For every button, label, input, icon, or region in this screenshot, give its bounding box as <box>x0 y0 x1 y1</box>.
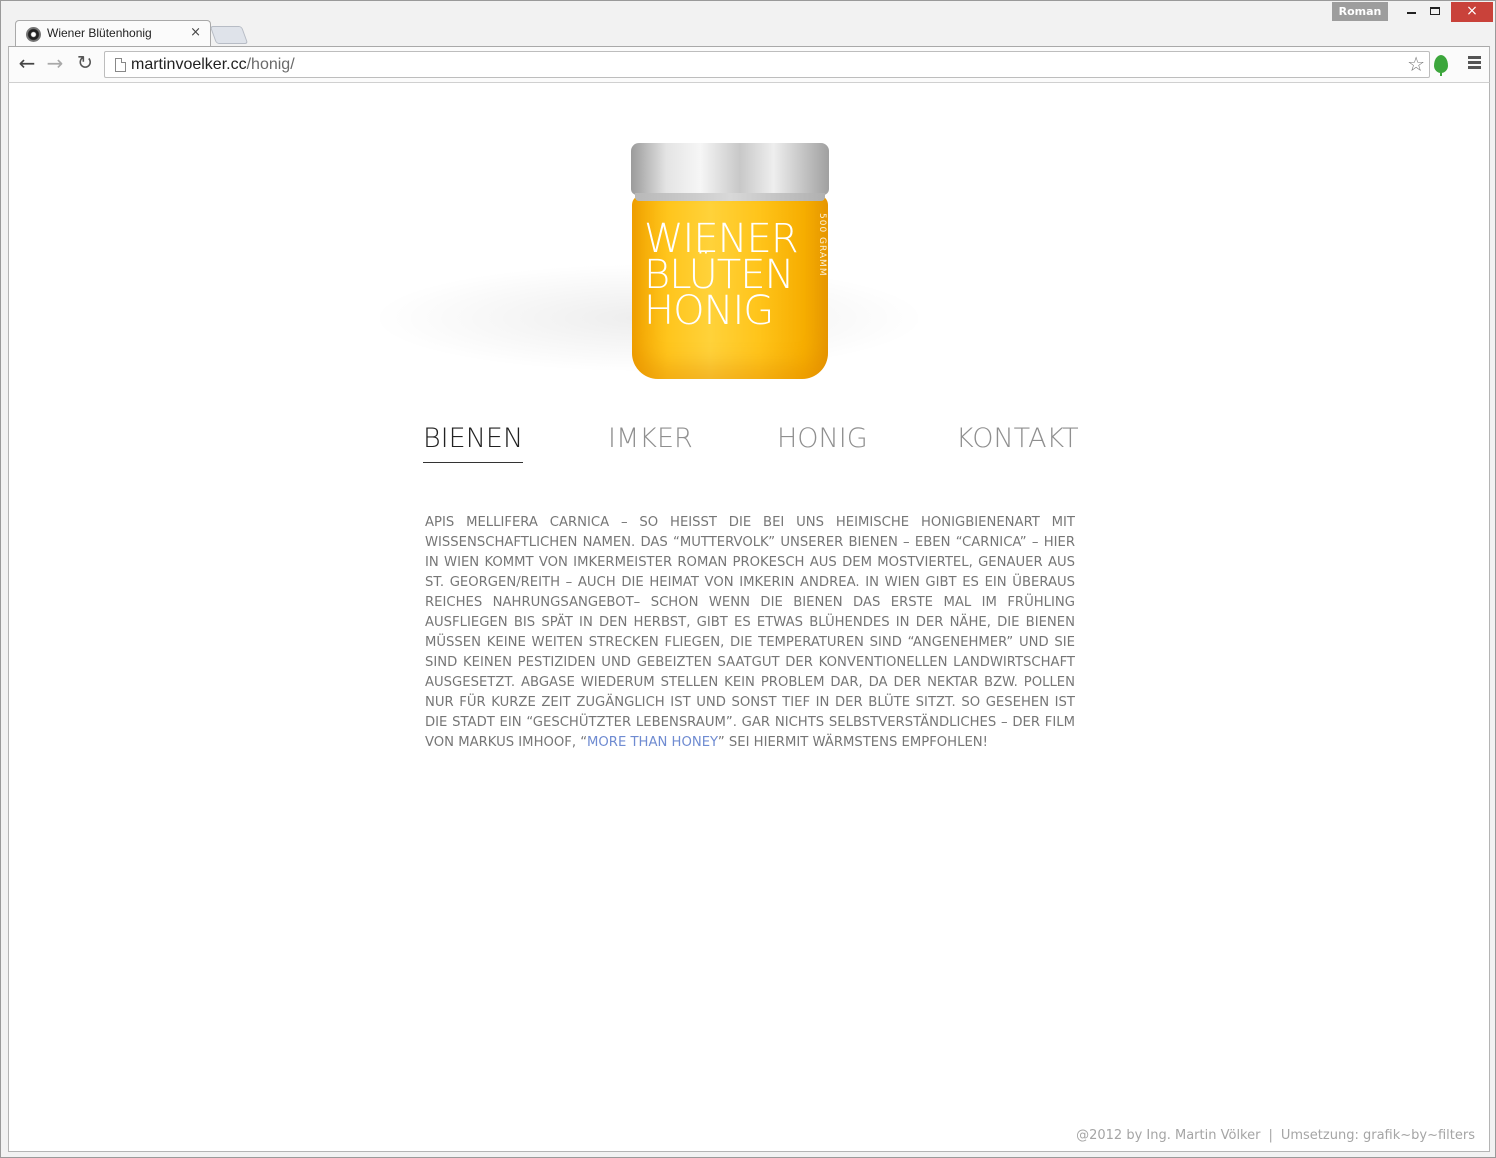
back-arrow-icon[interactable]: ← <box>15 52 39 76</box>
jar-side-text: 500 GRAMM <box>817 213 827 277</box>
url-host: martinvoelker.cc <box>131 56 247 73</box>
footer-copyright: @2012 by Ing. Martin Völker <box>1076 1128 1261 1143</box>
maximize-button[interactable] <box>1421 2 1449 22</box>
more-than-honey-link[interactable]: More than Honey <box>587 735 718 750</box>
eye-favicon-icon <box>26 27 41 42</box>
forward-arrow-icon[interactable]: → <box>43 52 67 76</box>
tab-title: Wiener Blütenhonig <box>47 26 152 40</box>
minimize-icon <box>1406 12 1416 14</box>
jar-label-line: HONIG <box>644 288 774 334</box>
browser-window: Roman × Wiener Blütenhonig × ← → ↻ marti… <box>0 0 1496 1158</box>
profile-button[interactable]: Roman <box>1332 2 1388 21</box>
url-path: /honig/ <box>246 56 295 73</box>
nav-item-bienen[interactable]: BIENEN <box>423 423 524 463</box>
footer: @2012 by Ing. Martin Völker | Umsetzung: g… <box>1076 1128 1475 1143</box>
jar-lid <box>631 143 829 201</box>
nav-item-kontakt[interactable]: KONTAKT <box>956 423 1079 462</box>
honey-jar-image: WIENER BLÜTEN HONIG 500 GRAMM <box>349 113 949 413</box>
nav-item-honig[interactable]: HONIG <box>777 423 868 462</box>
footer-credit[interactable]: Umsetzung: grafik~by~filters <box>1281 1128 1475 1143</box>
new-tab-button[interactable] <box>209 26 249 44</box>
body-text: Apis mellifera carnica – so heißt die be… <box>425 513 1075 753</box>
browser-toolbar: ← → ↻ martinvoelker.cc/honig/ ☆ <box>8 46 1490 82</box>
jar-label: WIENER BLÜTEN HONIG <box>644 219 814 334</box>
nav-item-imker[interactable]: IMKER <box>608 423 693 462</box>
url-text[interactable]: martinvoelker.cc/honig/ <box>131 56 295 74</box>
reload-icon[interactable]: ↻ <box>73 52 97 76</box>
address-bar[interactable]: martinvoelker.cc/honig/ ☆ <box>104 51 1430 78</box>
menu-icon[interactable] <box>1468 56 1481 70</box>
close-window-button[interactable]: × <box>1451 2 1493 22</box>
extension-icon[interactable] <box>1434 55 1448 76</box>
browser-tab[interactable]: Wiener Blütenhonig × <box>15 20 211 47</box>
bookmark-star-icon[interactable]: ☆ <box>1407 53 1425 75</box>
maximize-icon <box>1430 7 1440 15</box>
close-icon: × <box>1466 3 1478 19</box>
tab-close-icon[interactable]: × <box>190 25 201 40</box>
title-bar: Roman × Wiener Blütenhonig × <box>1 1 1495 47</box>
footer-separator: | <box>1268 1128 1273 1143</box>
main-navigation: BIENEN IMKER HONIG KONTAKT <box>423 423 1079 467</box>
body-text-part: Apis mellifera carnica – so heißt die be… <box>425 515 1075 750</box>
page-viewport: WIENER BLÜTEN HONIG 500 GRAMM BIENEN IMK… <box>8 82 1490 1152</box>
body-text-part: ” sei hiermit wärmstens empfohlen! <box>717 735 988 750</box>
page-icon <box>115 58 126 72</box>
